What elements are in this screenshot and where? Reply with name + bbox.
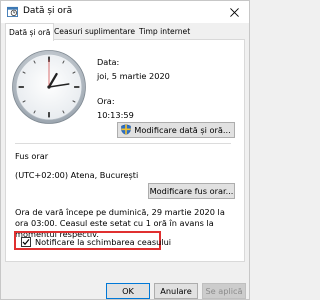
separator — [15, 143, 231, 144]
date-value: joi, 5 martie 2020 — [97, 71, 170, 81]
close-icon — [229, 7, 239, 17]
change-date-time-label: Modificare dată și oră... — [134, 125, 231, 135]
time-label: Ora: — [97, 96, 115, 106]
timezone-heading: Fus orar — [15, 151, 49, 161]
tab-date-time[interactable]: Dată și oră — [5, 23, 55, 41]
notify-label[interactable]: Notificare la schimbarea ceasului — [35, 237, 171, 247]
change-timezone-button[interactable]: Modificare fus orar... — [148, 183, 235, 199]
window-title: Dată și oră — [23, 6, 73, 16]
apply-button[interactable]: Se aplică — [202, 283, 246, 299]
close-button[interactable] — [219, 1, 249, 23]
cancel-button[interactable]: Anulare — [154, 283, 198, 299]
ok-button[interactable]: OK — [106, 283, 150, 299]
analog-clock — [12, 50, 86, 124]
date-label: Data: — [97, 57, 120, 67]
clock-window-icon — [7, 6, 18, 17]
time-value: 10:13:59 — [97, 110, 134, 120]
title-bar: Dată și oră — [1, 1, 249, 23]
notify-checkbox[interactable] — [21, 237, 31, 247]
timezone-value: (UTC+02:00) Atena, București — [15, 170, 139, 180]
checkmark-icon — [22, 239, 30, 246]
date-time-dialog: Dată și oră Dată și oră Ceasuri suplimen… — [0, 0, 250, 300]
uac-shield-icon — [121, 124, 132, 135]
change-date-time-button[interactable]: Modificare dată și oră... — [117, 122, 235, 138]
tab-internet-time[interactable]: Timp internet — [136, 25, 193, 39]
tab-additional-clocks[interactable]: Ceasuri suplimentare — [51, 25, 138, 39]
